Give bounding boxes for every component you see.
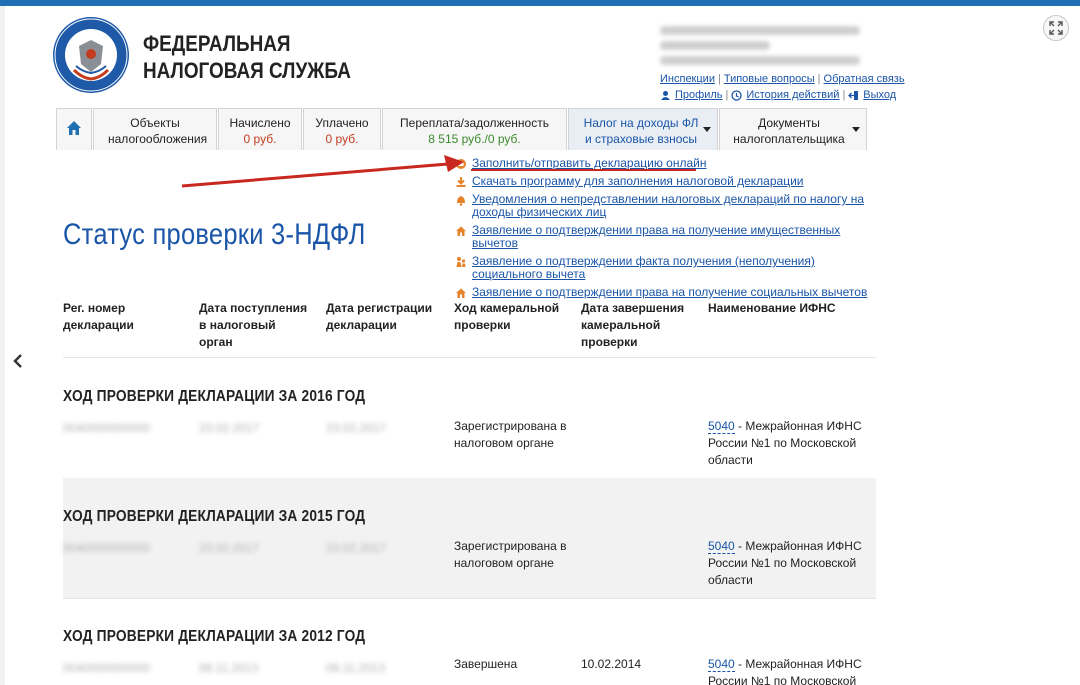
logout-link[interactable]: Выход — [863, 88, 896, 103]
ifns-cell: 5040 - Межрайонная ИФНС России №1 по Мос… — [708, 418, 868, 469]
chevron-down-icon — [852, 127, 860, 132]
tab-documents[interactable]: Документы налогоплательщика — [719, 108, 867, 150]
tab-overpayment-label: Переплата/задолженность — [400, 116, 549, 130]
menu-item[interactable]: Заявление о подтверждении права на получ… — [455, 224, 875, 250]
reg-number-blurred: 0040000000000 — [63, 541, 150, 555]
tab-home[interactable] — [56, 108, 92, 150]
group-title: ХОД ПРОВЕРКИ ДЕКЛАРАЦИИ ЗА 2015 ГОД — [63, 508, 366, 525]
menu-item[interactable]: Заявление о подтверждении факта получени… — [455, 255, 875, 281]
date-registered-blurred: 08.11.2013 — [326, 661, 386, 675]
brand-line-1: ФЕДЕРАЛЬНАЯ — [143, 31, 291, 56]
inspections-link[interactable]: Инспекции — [660, 73, 715, 85]
menu-item-social-deduction-fact[interactable]: Заявление о подтверждении факта получени… — [472, 255, 875, 281]
menu-item-download-program[interactable]: Скачать программу для заполнения налогов… — [472, 175, 803, 188]
date-received-blurred: 23.02.2017 — [199, 541, 260, 555]
tab-ndfl-label: Налог на доходы ФЛ и страховые взносы — [583, 116, 699, 146]
typical-questions-link[interactable]: Типовые вопросы — [724, 73, 815, 85]
feedback-link[interactable]: Обратная связь — [824, 73, 905, 85]
chevron-down-icon — [703, 127, 711, 132]
status-text: Зарегистрирована в налоговом органе — [454, 539, 567, 570]
group-title: ХОД ПРОВЕРКИ ДЕКЛАРАЦИИ ЗА 2016 ГОД — [63, 388, 366, 405]
ifns-cell: 5040 - Межрайонная ИФНС России №1 по Мос… — [708, 538, 868, 589]
tab-documents-label: Документы налогоплательщика — [733, 116, 845, 146]
tab-accrued-label: Начислено — [229, 116, 291, 130]
tab-paid-label: Уплачено — [315, 116, 369, 130]
table-header: Рег. номер декларации Дата поступления в… — [63, 300, 876, 358]
menu-item-property-deduction[interactable]: Заявление о подтверждении права на получ… — [472, 224, 875, 250]
header-date-completed: Дата завершения камеральной проверки — [581, 301, 685, 349]
header-date-received: Дата поступления в налоговый орган — [199, 301, 308, 349]
header-reg-number: Рег. номер декларации — [63, 301, 134, 332]
tab-paid-value: 0 руб. — [325, 132, 359, 146]
back-arrow-icon[interactable] — [9, 350, 27, 372]
history-link[interactable]: История действий — [746, 88, 839, 103]
bell-icon — [455, 194, 467, 206]
ifns-code-link[interactable]: 5040 — [708, 419, 735, 434]
menu-item[interactable]: Скачать программу для заполнения налогов… — [455, 175, 875, 188]
date-completed: 10.02.2014 — [581, 657, 642, 671]
group-title: ХОД ПРОВЕРКИ ДЕКЛАРАЦИИ ЗА 2012 ГОД — [63, 628, 366, 645]
reg-number-blurred: 0040000000000 — [63, 421, 150, 435]
tab-paid[interactable]: Уплачено 0 руб. — [303, 108, 381, 150]
ifns-cell: 5040 - Межрайонная ИФНС России №1 по Мос… — [708, 656, 868, 685]
menu-item-notifications[interactable]: Уведомления о непредставлении налоговых … — [472, 193, 875, 219]
ifns-code-link[interactable]: 5040 — [708, 657, 735, 672]
date-received-blurred: 23.02.2017 — [199, 421, 260, 435]
profile-link[interactable]: Профиль — [675, 88, 723, 103]
main-tabs: Объекты налогообложения Начислено 0 руб.… — [56, 108, 868, 150]
logout-icon — [848, 90, 859, 101]
house-icon — [455, 225, 467, 237]
ifns-code-link[interactable]: 5040 — [708, 539, 735, 554]
fns-logo[interactable] — [52, 16, 130, 94]
red-annotation-arrow — [181, 155, 464, 188]
header-date-registered: Дата регистрации декларации — [326, 301, 433, 332]
history-icon — [731, 90, 743, 101]
tab-accrued-value: 0 руб. — [243, 132, 277, 146]
date-registered-blurred: 23.02.2017 — [326, 421, 387, 435]
left-panel-strip — [0, 6, 5, 685]
red-underline-annotation — [471, 169, 696, 171]
header-progress: Ход камеральной проверки — [454, 301, 560, 332]
page-title: Статус проверки 3-НДФЛ — [63, 218, 366, 251]
tab-tax-objects[interactable]: Объекты налогообложения — [93, 108, 217, 150]
status-text: Зарегистрирована в налоговом органе — [454, 419, 567, 450]
user-info-blurred — [660, 26, 935, 71]
declaration-group-2012: ХОД ПРОВЕРКИ ДЕКЛАРАЦИИ ЗА 2012 ГОД 0040… — [63, 598, 876, 685]
menu-item[interactable]: Уведомления о непредставлении налоговых … — [455, 193, 875, 219]
declaration-group-2016: ХОД ПРОВЕРКИ ДЕКЛАРАЦИИ ЗА 2016 ГОД 0040… — [63, 358, 876, 478]
expand-icon[interactable] — [1043, 15, 1069, 41]
status-text: Завершена — [454, 657, 518, 671]
top-brand-bar — [0, 0, 1080, 6]
tab-tax-objects-label: Объекты налогообложения — [108, 116, 208, 146]
tab-ndfl[interactable]: Налог на доходы ФЛ и страховые взносы — [568, 108, 718, 150]
profile-icon — [660, 90, 671, 101]
ndfl-menu: Заполнить/отправить декларацию онлайн Ск… — [455, 157, 875, 304]
tab-overpayment[interactable]: Переплата/задолженность 8 515 руб./0 руб… — [382, 108, 567, 150]
declaration-group-2015: ХОД ПРОВЕРКИ ДЕКЛАРАЦИИ ЗА 2015 ГОД 0040… — [63, 478, 876, 598]
date-received-blurred: 08.11.2013 — [199, 661, 259, 675]
brand-line-2: НАЛОГОВАЯ СЛУЖБА — [143, 58, 351, 83]
brand-title: ФЕДЕРАЛЬНАЯ НАЛОГОВАЯ СЛУЖБА — [143, 30, 351, 84]
tab-accrued[interactable]: Начислено 0 руб. — [218, 108, 302, 150]
menu-item[interactable]: Заявление о подтверждении права на получ… — [455, 286, 875, 299]
date-registered-blurred: 23.02.2017 — [326, 541, 387, 555]
reg-number-blurred: 0040000000000 — [63, 661, 150, 675]
header-ifns-name: Наименование ИФНС — [708, 301, 836, 315]
tab-overpayment-value: 8 515 руб./0 руб. — [428, 132, 521, 146]
user-links: Инспекции | Типовые вопросы | Обратная связь… — [660, 73, 905, 103]
home-icon — [65, 121, 83, 140]
menu-item-social-deduction-right[interactable]: Заявление о подтверждении права на получ… — [472, 286, 867, 299]
house-icon — [455, 287, 467, 299]
family-icon — [455, 256, 467, 268]
